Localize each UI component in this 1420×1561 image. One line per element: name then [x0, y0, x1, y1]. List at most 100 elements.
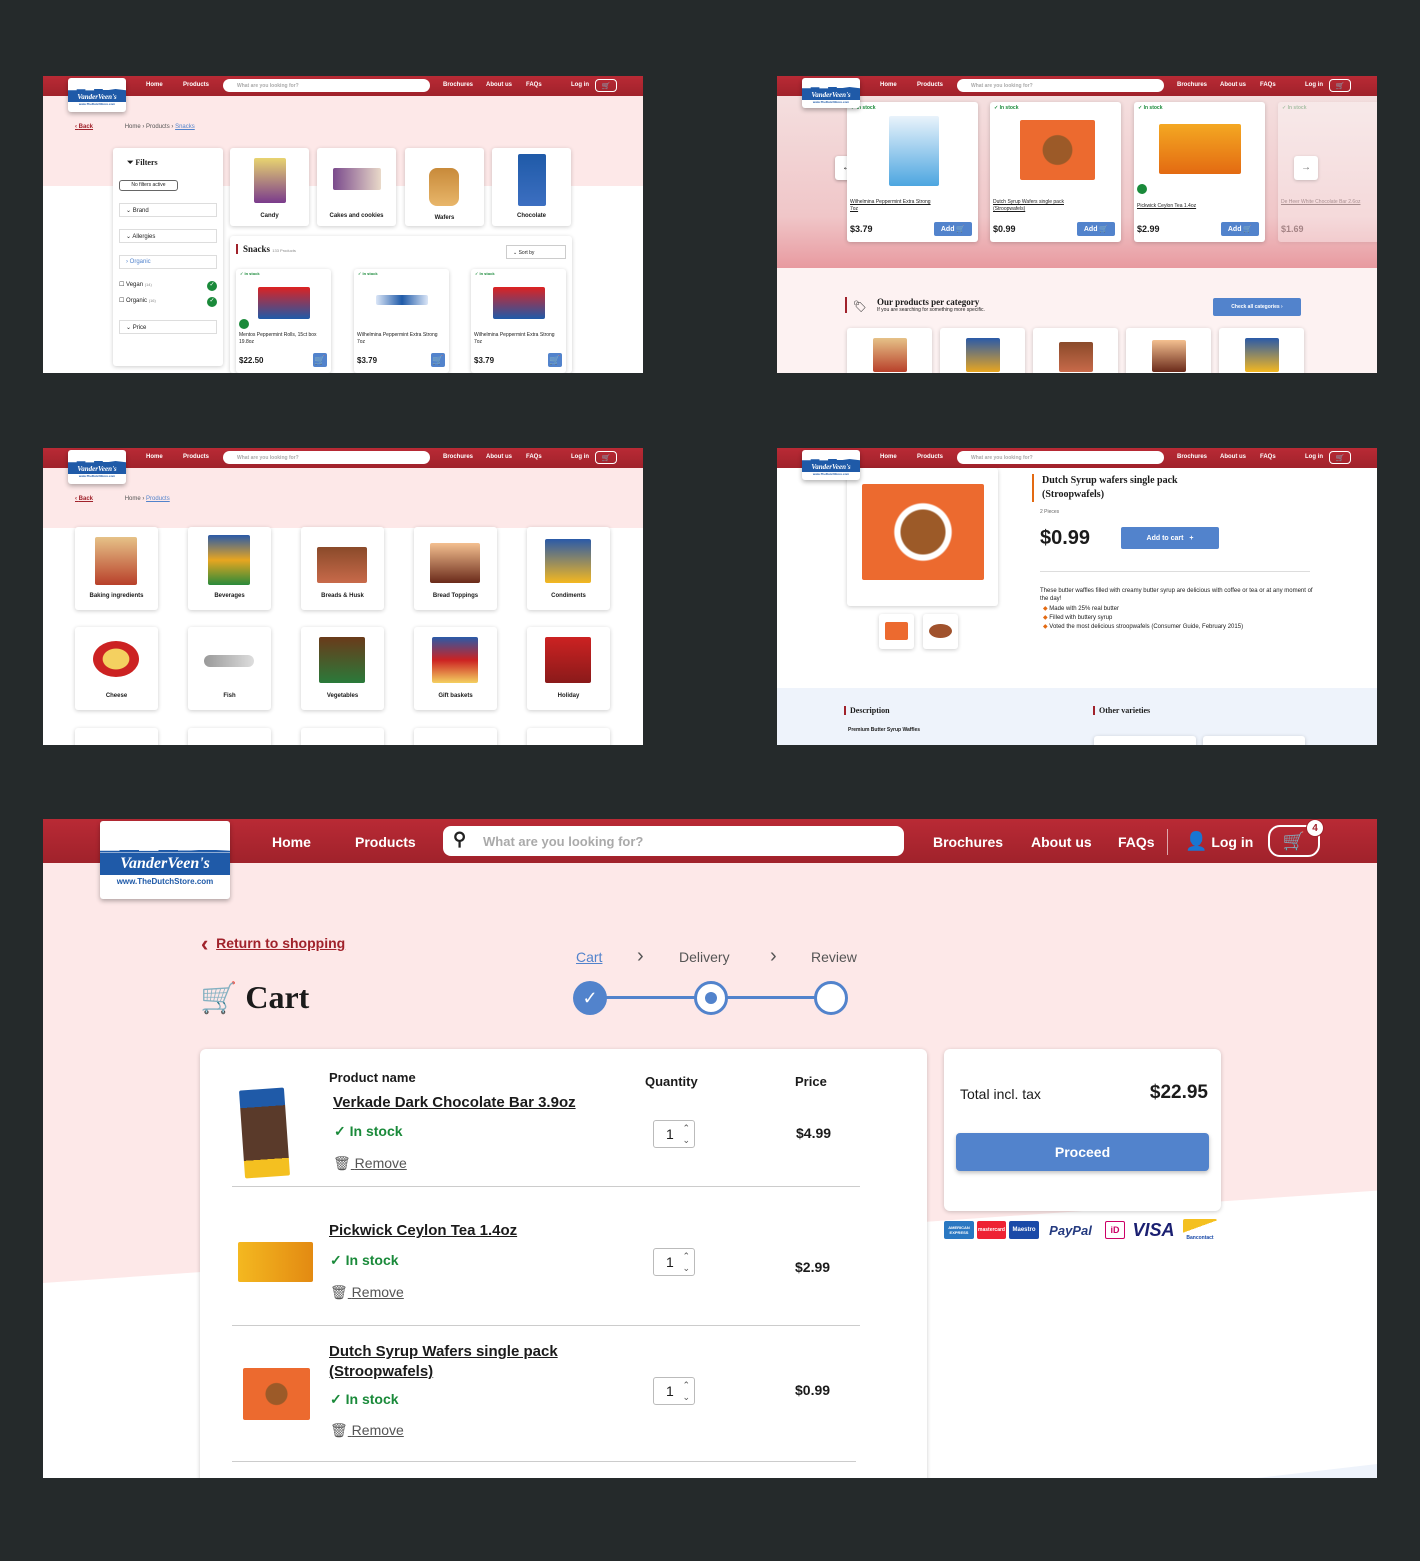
- checkbox-organic[interactable]: ☐ Organic (16) ✓: [119, 297, 217, 307]
- search-input[interactable]: What are you looking for?: [957, 451, 1164, 464]
- nav-brochures[interactable]: Brochures: [443, 82, 473, 88]
- category-card[interactable]: [301, 728, 384, 745]
- category-thumb[interactable]: [1126, 328, 1211, 373]
- nav-faqs[interactable]: FAQs: [1260, 82, 1276, 88]
- subcat-chocolate[interactable]: Chocolate: [492, 148, 571, 226]
- decrement-icon[interactable]: ⌄: [682, 1136, 690, 1145]
- nav-home[interactable]: Home: [146, 82, 163, 88]
- decrement-icon[interactable]: ⌄: [682, 1264, 690, 1273]
- quantity-stepper[interactable]: 1 ⌃ ⌄: [653, 1248, 695, 1276]
- nav-brochures[interactable]: Brochures: [1177, 454, 1207, 460]
- category-card[interactable]: Bread Toppings: [414, 527, 497, 610]
- site-logo[interactable]: VanderVeen's www.TheDutchStore.com: [100, 821, 230, 899]
- search-input[interactable]: What are you looking for?: [957, 79, 1164, 92]
- filter-price[interactable]: ⌄ Price: [119, 320, 217, 334]
- increment-icon[interactable]: ⌃: [682, 1124, 690, 1133]
- variety-card[interactable]: [1203, 736, 1305, 745]
- nav-login[interactable]: Log in: [571, 82, 589, 88]
- no-filters-chip[interactable]: No filters active: [119, 180, 178, 191]
- site-logo[interactable]: VanderVeen's www.TheDutchStore.com: [68, 78, 126, 112]
- cart-button[interactable]: 🛒: [595, 451, 617, 464]
- cart-button[interactable]: 🛒: [1329, 79, 1351, 92]
- step-cart-label[interactable]: Cart: [576, 949, 602, 965]
- product-card[interactable]: ✓ In stock Wilhelmina Peppermint Extra S…: [471, 269, 566, 373]
- nav-home[interactable]: Home: [880, 82, 897, 88]
- category-card[interactable]: Fish: [188, 627, 271, 710]
- product-name[interactable]: Wilhelmina Peppermint Extra Strong 7oz: [474, 332, 564, 346]
- add-to-cart-button[interactable]: 🛒: [313, 353, 327, 367]
- nav-products[interactable]: Products: [355, 834, 416, 850]
- cart-button[interactable]: 🛒: [595, 79, 617, 92]
- nav-faqs[interactable]: FAQs: [526, 454, 542, 460]
- add-to-cart-button[interactable]: 🛒: [548, 353, 562, 367]
- product-name[interactable]: Dutch Syrup Wafers single pack (Stroopwa…: [993, 199, 1083, 213]
- product-card[interactable]: ✓ In stock Wilhelmina Peppermint Extra S…: [354, 269, 449, 373]
- nav-home[interactable]: Home: [146, 454, 163, 460]
- product-name[interactable]: Wilhelmina Peppermint Extra Strong 7oz: [357, 332, 447, 346]
- category-thumb[interactable]: [847, 328, 932, 373]
- remove-button[interactable]: 🗑 Remove: [330, 1284, 404, 1301]
- back-link[interactable]: ‹ Back: [75, 496, 93, 502]
- nav-faqs[interactable]: FAQs: [1118, 834, 1155, 850]
- sort-select[interactable]: ⌄ Sort by: [506, 245, 566, 259]
- nav-about[interactable]: About us: [486, 82, 512, 88]
- add-to-cart-button[interactable]: 🛒: [431, 353, 445, 367]
- add-to-cart-button[interactable]: Add to cart +: [1121, 527, 1219, 549]
- return-to-shopping-link[interactable]: ‹ Return to shopping: [201, 931, 345, 957]
- category-card[interactable]: Breads & Husk: [301, 527, 384, 610]
- cart-button[interactable]: 🛒 4: [1268, 819, 1324, 857]
- product-name-link[interactable]: Pickwick Ceylon Tea 1.4oz: [329, 1222, 589, 1239]
- category-thumb[interactable]: [940, 328, 1025, 373]
- remove-button[interactable]: 🗑 Remove: [333, 1155, 407, 1172]
- remove-button[interactable]: 🗑 Remove: [330, 1422, 404, 1439]
- nav-home[interactable]: Home: [272, 834, 311, 850]
- product-name[interactable]: De Heer White Chocolate Bar 2.6oz: [1281, 199, 1371, 206]
- checkbox-vegan[interactable]: ☐ Vegan (14) ✓: [119, 281, 217, 291]
- category-thumb[interactable]: [1219, 328, 1304, 373]
- category-card[interactable]: [188, 728, 271, 745]
- nav-products[interactable]: Products: [917, 454, 943, 460]
- increment-icon[interactable]: ⌃: [682, 1381, 690, 1390]
- cart-button[interactable]: 🛒: [1329, 451, 1351, 464]
- nav-products[interactable]: Products: [183, 454, 209, 460]
- back-link[interactable]: ‹ Back: [75, 124, 93, 130]
- add-button[interactable]: Add 🛒: [934, 222, 972, 236]
- nav-home[interactable]: Home: [880, 454, 897, 460]
- subcat-wafers[interactable]: Wafers: [405, 148, 484, 226]
- nav-login[interactable]: Log in: [1305, 454, 1323, 460]
- check-categories-button[interactable]: Check all categories ›: [1213, 298, 1301, 316]
- filter-brand[interactable]: ⌄ Brand: [119, 203, 217, 217]
- nav-brochures[interactable]: Brochures: [443, 454, 473, 460]
- nav-products[interactable]: Products: [183, 82, 209, 88]
- category-card[interactable]: Beverages: [188, 527, 271, 610]
- site-logo[interactable]: VanderVeen's www.TheDutchStore.com: [802, 78, 860, 108]
- category-card[interactable]: [414, 728, 497, 745]
- product-name[interactable]: Mentos Peppermint Rolls, 15ct box 19.8oz: [239, 332, 329, 346]
- nav-brochures[interactable]: Brochures: [933, 834, 1003, 850]
- quantity-stepper[interactable]: 1 ⌃ ⌄: [653, 1120, 695, 1148]
- nav-about[interactable]: About us: [486, 454, 512, 460]
- crumb-current[interactable]: Snacks: [175, 124, 195, 130]
- category-card[interactable]: Gift baskets: [414, 627, 497, 710]
- product-name[interactable]: Wilhelmina Peppermint Extra Strong 7oz: [850, 199, 940, 213]
- site-logo[interactable]: VanderVeen's www.TheDutchStore.com: [802, 450, 860, 480]
- product-name-link[interactable]: Verkade Dark Chocolate Bar 3.9oz: [333, 1094, 593, 1111]
- carousel-card[interactable]: ✓ In stock De Heer White Chocolate Bar 2…: [1278, 102, 1377, 242]
- category-card[interactable]: Baking ingredients: [75, 527, 158, 610]
- nav-login[interactable]: Log in: [1305, 82, 1323, 88]
- nav-about[interactable]: About us: [1220, 454, 1246, 460]
- category-card[interactable]: Holiday: [527, 627, 610, 710]
- carousel-card[interactable]: ✓ In stock Dutch Syrup Wafers single pac…: [990, 102, 1121, 242]
- subcat-candy[interactable]: Candy: [230, 148, 309, 226]
- add-button[interactable]: Add 🛒: [1221, 222, 1259, 236]
- crumb-home[interactable]: Home: [125, 496, 141, 502]
- category-card[interactable]: [527, 728, 610, 745]
- product-card[interactable]: ✓ In stock Mentos Peppermint Rolls, 15ct…: [236, 269, 331, 373]
- add-button[interactable]: Add 🛒: [1077, 222, 1115, 236]
- search-input[interactable]: ⚲ What are you looking for?: [443, 826, 904, 856]
- nav-login[interactable]: 👤 Log in: [1185, 831, 1253, 852]
- category-card[interactable]: Condiments: [527, 527, 610, 610]
- nav-brochures[interactable]: Brochures: [1177, 82, 1207, 88]
- decrement-icon[interactable]: ⌄: [682, 1393, 690, 1402]
- nav-about[interactable]: About us: [1031, 834, 1092, 850]
